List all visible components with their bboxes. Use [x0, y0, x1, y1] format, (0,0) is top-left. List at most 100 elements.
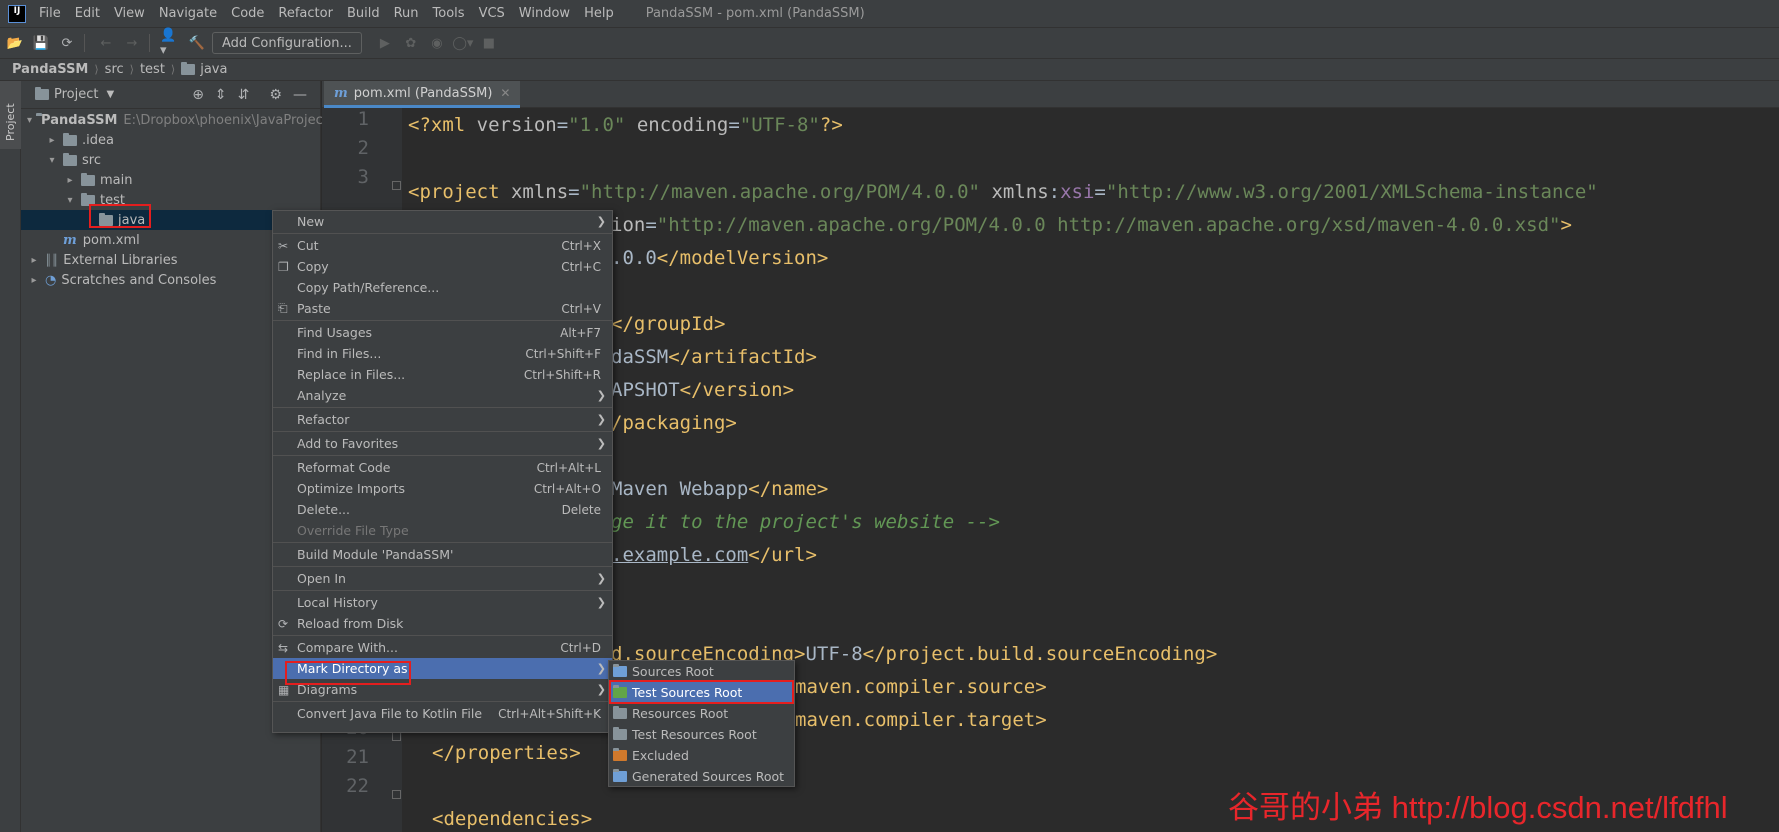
tab-pom-xml[interactable]: m pom.xml (PandaSSM) ✕	[324, 81, 521, 108]
code-line[interactable]: ge it to the project's website -->	[611, 511, 1000, 533]
code-line[interactable]: maven.compiler.source>	[795, 676, 1047, 698]
code-line[interactable]: daSSM</artifactId>	[611, 346, 817, 368]
expand-arrow-icon[interactable]: ▾	[63, 195, 77, 206]
context-menu-item[interactable]: Analyze ❯	[273, 385, 612, 406]
code-line[interactable]: /packaging>	[611, 412, 737, 434]
submenu-item[interactable]: Test Resources Root	[609, 724, 794, 745]
context-menu-item: Override File Type	[273, 520, 612, 541]
menu-navigate[interactable]: Navigate	[152, 6, 224, 21]
code-line[interactable]: ion="http://maven.apache.org/POM/4.0.0 h…	[611, 214, 1572, 236]
code-line[interactable]: <project xmlns="http://maven.apache.org/…	[408, 181, 1598, 203]
expand-arrow-icon[interactable]: ▸	[27, 275, 41, 286]
collapse-all-icon[interactable]: ⇵	[238, 87, 250, 103]
menu-view[interactable]: View	[107, 6, 152, 21]
fold-marker-icon[interactable]	[392, 181, 401, 190]
context-menu-item[interactable]: Find Usages Alt+F7	[273, 322, 612, 343]
context-menu-item[interactable]: Refactor ❯	[273, 409, 612, 430]
project-tool-button[interactable]: Project	[0, 81, 21, 149]
menu-tools[interactable]: Tools	[426, 6, 472, 21]
save-icon[interactable]: 💾	[30, 32, 52, 54]
context-menu-item[interactable]: ✂ Cut Ctrl+X	[273, 235, 612, 256]
breadcrumb-src[interactable]: src	[105, 62, 124, 77]
coverage-icon[interactable]: ◉	[426, 32, 448, 54]
open-folder-icon[interactable]: 📂	[4, 32, 26, 54]
fold-marker-icon[interactable]	[392, 732, 401, 741]
code-line[interactable]: maven.compiler.target>	[795, 709, 1047, 731]
build-hammer-icon[interactable]: 🔨	[186, 32, 208, 54]
code-line[interactable]: <?xml version="1.0" encoding="UTF-8"?>	[408, 114, 843, 136]
submenu-item[interactable]: Sources Root	[609, 661, 794, 682]
menu-code[interactable]: Code	[224, 6, 271, 21]
expand-arrow-icon[interactable]: ▸	[63, 175, 77, 186]
context-menu-item[interactable]: ⇆ Compare With... Ctrl+D	[273, 637, 612, 658]
context-menu-item[interactable]: Find in Files... Ctrl+Shift+F	[273, 343, 612, 364]
menu-separator	[273, 320, 612, 321]
submenu-item[interactable]: Generated Sources Root	[609, 766, 794, 787]
sync-icon[interactable]: ⟳	[56, 32, 78, 54]
tree-item[interactable]: ▾ test	[21, 190, 320, 210]
code-line[interactable]: APSHOT</version>	[611, 379, 794, 401]
fold-marker-icon[interactable]	[392, 790, 401, 799]
user-icon[interactable]: 👤▾	[160, 28, 182, 58]
menu-item-label: Open In	[297, 571, 346, 586]
debug-icon[interactable]: ✿	[400, 32, 422, 54]
add-configuration-button[interactable]: Add Configuration...	[212, 32, 362, 54]
hide-icon[interactable]: —	[293, 87, 307, 103]
context-menu-item[interactable]: New ❯	[273, 211, 612, 232]
context-menu-item[interactable]: Replace in Files... Ctrl+Shift+R	[273, 364, 612, 385]
menu-file[interactable]: File	[32, 6, 68, 21]
breadcrumb-project[interactable]: PandaSSM	[12, 62, 88, 77]
tree-item[interactable]: ▾ PandaSSM E:\Dropbox\phoenix\JavaProjec	[21, 110, 323, 130]
close-icon[interactable]: ✕	[500, 86, 510, 100]
code-line[interactable]: <dependencies>	[432, 808, 592, 830]
code-line[interactable]: Maven Webapp</name>	[611, 478, 828, 500]
code-line[interactable]: </groupId>	[611, 313, 725, 335]
code-line[interactable]: .example.com</url>	[611, 544, 817, 566]
menu-window[interactable]: Window	[512, 6, 577, 21]
chevron-down-icon[interactable]: ▼	[106, 89, 114, 100]
expand-arrow-icon[interactable]: ▸	[27, 255, 41, 266]
context-menu-item[interactable]: ❐ Copy Ctrl+C	[273, 256, 612, 277]
folder-icon	[181, 62, 196, 75]
profile-icon[interactable]: ◯▾	[452, 32, 474, 54]
back-arrow-icon[interactable]: ←	[95, 32, 117, 54]
context-menu-item[interactable]: Delete... Delete	[273, 499, 612, 520]
context-menu-item[interactable]: ⎗ Paste Ctrl+V	[273, 298, 612, 319]
context-menu-item[interactable]: Build Module 'PandaSSM'	[273, 544, 612, 565]
context-menu-item[interactable]: Open In ❯	[273, 568, 612, 589]
menu-help[interactable]: Help	[577, 6, 621, 21]
menu-edit[interactable]: Edit	[68, 6, 107, 21]
submenu-item[interactable]: Excluded	[609, 745, 794, 766]
context-menu-item[interactable]: ⟳ Reload from Disk	[273, 613, 612, 634]
expand-arrow-icon[interactable]: ▸	[45, 135, 59, 146]
context-menu-item[interactable]: Add to Favorites ❯	[273, 433, 612, 454]
context-menu-item[interactable]: Optimize Imports Ctrl+Alt+O	[273, 478, 612, 499]
context-menu-item[interactable]: Convert Java File to Kotlin File Ctrl+Alt…	[273, 703, 612, 724]
context-menu-item[interactable]: Copy Path/Reference...	[273, 277, 612, 298]
context-menu-item[interactable]: Local History ❯	[273, 592, 612, 613]
tree-item[interactable]: ▸ main	[21, 170, 320, 190]
menu-vcs[interactable]: VCS	[472, 6, 512, 21]
submenu-item[interactable]: Resources Root	[609, 703, 794, 724]
expand-arrow-icon[interactable]: ▾	[27, 115, 32, 126]
tree-item[interactable]: ▾ src	[21, 150, 320, 170]
menu-run[interactable]: Run	[387, 6, 426, 21]
expand-all-icon[interactable]: ⇕	[215, 87, 227, 103]
tree-item[interactable]: ▸ .idea	[21, 130, 320, 150]
project-panel-title[interactable]: Project	[54, 87, 98, 102]
gear-icon[interactable]: ⚙	[269, 87, 282, 103]
code-line[interactable]: </properties>	[432, 742, 581, 764]
menu-item-shortcut: Ctrl+D	[560, 640, 601, 655]
menu-build[interactable]: Build	[340, 6, 387, 21]
breadcrumb-test[interactable]: test	[140, 62, 165, 77]
context-menu-item[interactable]: Reformat Code Ctrl+Alt+L	[273, 457, 612, 478]
menu-refactor[interactable]: Refactor	[271, 6, 340, 21]
stop-icon[interactable]: ■	[478, 32, 500, 54]
run-icon[interactable]: ▶	[374, 32, 396, 54]
code-line[interactable]: .0.0</modelVersion>	[611, 247, 828, 269]
expand-arrow-icon[interactable]: ▾	[45, 155, 59, 166]
breadcrumb-java[interactable]: java	[200, 62, 227, 77]
locate-icon[interactable]: ⊕	[192, 87, 204, 103]
forward-arrow-icon[interactable]: →	[121, 32, 143, 54]
menu-separator	[273, 455, 612, 456]
